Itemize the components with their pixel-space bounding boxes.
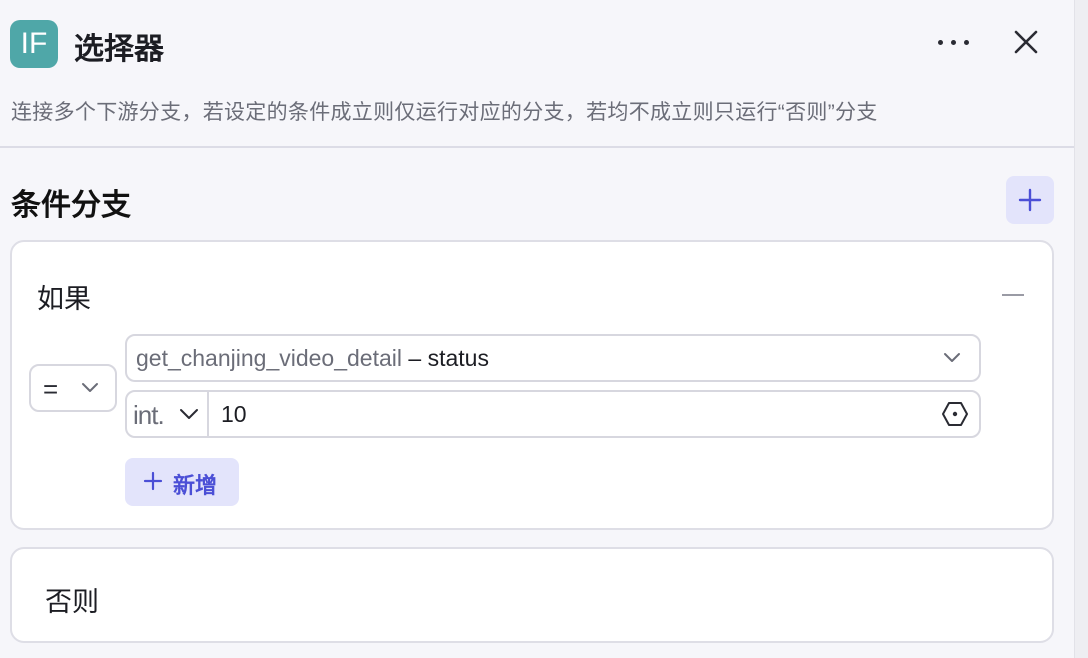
- panel-title: 选择器: [74, 33, 164, 66]
- variable-reference-icon[interactable]: [941, 400, 969, 428]
- chevron-down-icon: [82, 383, 98, 392]
- variable-separator: –: [402, 345, 428, 371]
- close-button[interactable]: [1006, 22, 1046, 62]
- remove-branch-button[interactable]: [1002, 294, 1024, 296]
- close-icon: [1014, 30, 1038, 54]
- more-horizontal-icon: [938, 40, 943, 45]
- add-condition-button[interactable]: 新增: [125, 458, 239, 506]
- operator-value: =: [43, 374, 59, 404]
- value-type: int.: [133, 400, 165, 430]
- value-input[interactable]: [221, 398, 921, 430]
- variable-node-name: get_chanjing_video_detail: [136, 345, 402, 371]
- operator-select[interactable]: =: [29, 364, 117, 412]
- variable-field-name: status: [427, 345, 489, 371]
- add-branch-button[interactable]: [1006, 176, 1054, 224]
- chevron-down-icon: [180, 409, 198, 419]
- more-options-button[interactable]: [930, 26, 978, 58]
- value-type-select[interactable]: int.: [127, 392, 209, 436]
- plus-icon: [143, 471, 163, 491]
- if-node-icon: IF: [10, 20, 58, 68]
- variable-select[interactable]: get_chanjing_video_detail – status: [125, 334, 981, 382]
- selector-panel: IF 选择器 连接多个下游分支，若设定的条件成立则仅运行对应的分支，若均不成立则…: [0, 0, 1074, 658]
- plus-icon: [1018, 188, 1042, 212]
- section-title: 条件分支: [11, 189, 131, 222]
- add-condition-label: 新增: [173, 473, 218, 498]
- panel-header: IF 选择器 连接多个下游分支，若设定的条件成立则仅运行对应的分支，若均不成立则…: [0, 0, 1074, 148]
- chevron-down-icon: [944, 353, 960, 362]
- scrollbar[interactable]: [1074, 0, 1088, 658]
- if-branch-card: 如果 = get_chanjing_video_detail – status …: [10, 240, 1054, 530]
- if-branch-label: 如果: [37, 284, 91, 314]
- value-row: int.: [125, 390, 981, 438]
- else-branch-card: 否则: [10, 547, 1054, 643]
- else-branch-label: 否则: [45, 587, 99, 617]
- panel-description: 连接多个下游分支，若设定的条件成立则仅运行对应的分支，若均不成立则只运行“否则”…: [11, 101, 878, 124]
